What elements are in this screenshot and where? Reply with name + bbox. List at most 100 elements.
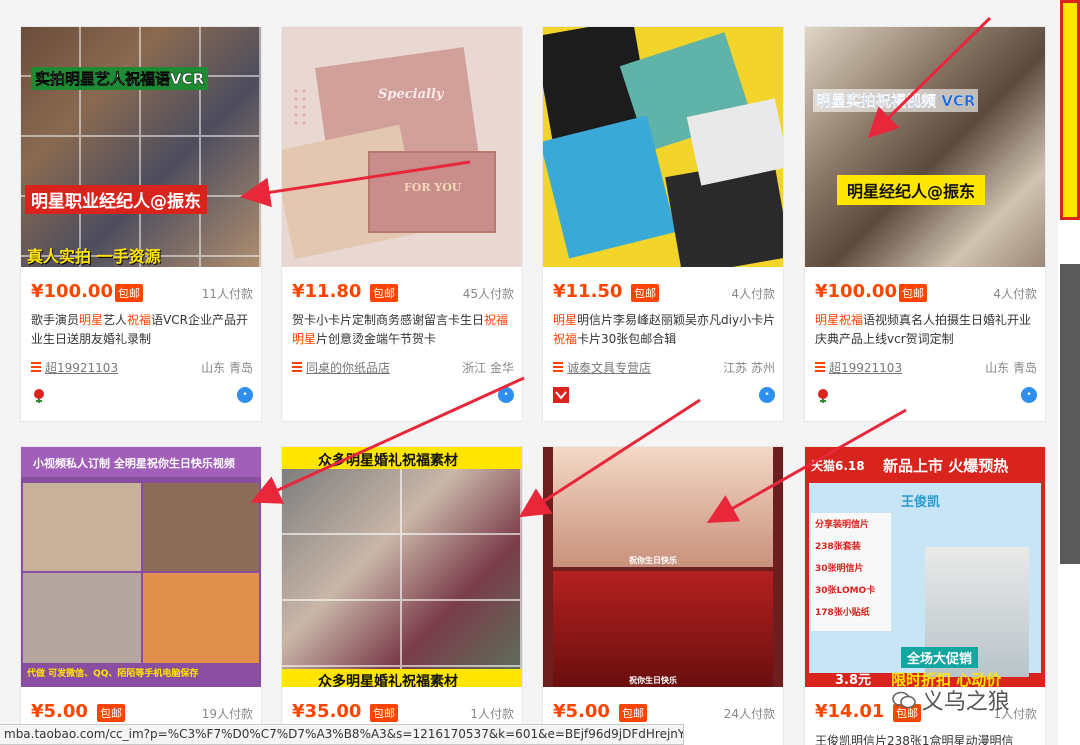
wangwang-chat-icon[interactable]: • [237, 387, 253, 403]
title-keyword: 明星 [815, 313, 840, 327]
product-title[interactable]: 歌手演员明星艺人祝福语VCR企业产品开业生日送朋友婚礼录制 [31, 311, 257, 351]
title-text: 明信片李易峰赵丽颖吴亦凡diy小卡片 [577, 313, 776, 327]
product-card[interactable]: ¥11.50 包邮 4人付款 明星明信片李易峰赵丽颖吴亦凡diy小卡片祝福卡片3… [542, 26, 784, 422]
product-title[interactable]: 贺卡小卡片定制商务感谢留言卡生日祝福明星片创意烫金端午节贺卡 [292, 311, 518, 351]
title-keyword: 祝福 [484, 313, 509, 327]
payment-count: 45人付款 [462, 287, 514, 301]
price-tag: 3.8元 [835, 673, 872, 687]
overlay-text: 众多明星婚礼祝福素材 [318, 674, 458, 687]
overlay-text: 明星实拍祝福视频 VCR [813, 89, 979, 112]
price-row: ¥100.00 包邮 11人付款 [31, 281, 253, 303]
pack-feature: 238张套装 [815, 542, 861, 552]
shop-link[interactable]: 诚泰文具专营店 [567, 359, 651, 376]
product-image[interactable]: Specially FOR YOU [282, 27, 522, 267]
watermark-text: 义乌之狼 [921, 690, 1010, 715]
badges: • [553, 387, 775, 405]
price: ¥14.01 [815, 701, 885, 722]
price: ¥100.00 [815, 281, 897, 302]
shop-row: 超19921103 山东 青岛 [31, 359, 253, 377]
product-title[interactable]: 明星祝福语视频真名人拍摄生日婚礼开业庆典产品上线vcr贺词定制 [815, 311, 1041, 351]
price-row: ¥35.00 包邮 1人付款 [292, 701, 514, 723]
pack-feature: 30张明信片 [815, 564, 864, 574]
product-image[interactable]: 实拍明星艺人祝福语VCR 明星职业经纪人@振东 真人实拍 一手资源 [21, 27, 261, 267]
title-keyword: 明星 [553, 313, 578, 327]
product-card[interactable]: 小视频私人订制 全明星祝你生日快乐视频 代做 可发微信、QQ、陌陌等手机电脑保存… [20, 446, 262, 745]
overlay-text: 王俊凯 [901, 495, 941, 510]
wangwang-chat-icon[interactable]: • [759, 387, 775, 403]
product-image[interactable]: 祝你生日快乐 祝你生日快乐 [543, 447, 783, 687]
right-edge-partial-content [1058, 0, 1080, 745]
pack-feature: 178张小贴纸 [815, 608, 870, 618]
pack-feature: 分享装明信片 [815, 520, 870, 530]
tmall-618-logo: 天猫6.18 [811, 459, 865, 473]
product-image[interactable] [543, 27, 783, 267]
price: ¥5.00 [553, 701, 610, 722]
overlay-text: 新品上市 火爆预热 [883, 457, 1009, 475]
shop-link[interactable]: 同桌的你纸品店 [306, 359, 390, 376]
free-shipping-badge: 包邮 [899, 284, 927, 302]
free-shipping-badge: 包邮 [115, 284, 143, 302]
shop-link[interactable]: 超19921103 [829, 359, 902, 376]
overlay-text: 祝你生日快乐 [629, 556, 677, 565]
tmall-icon [553, 387, 569, 407]
payment-count: 4人付款 [731, 287, 775, 301]
card-script-text: Specially [378, 87, 444, 102]
shop-row: 同桌的你纸品店 浙江 金华 [292, 359, 514, 377]
product-image[interactable]: 小视频私人订制 全明星祝你生日快乐视频 代做 可发微信、QQ、陌陌等手机电脑保存 [21, 447, 261, 687]
wangwang-chat-icon[interactable]: • [498, 387, 514, 403]
wechat-watermark: 义乌之狼 [892, 684, 1052, 715]
product-title-partial[interactable]: 王俊凯明信片238张1盒明星动漫明信 [815, 732, 1041, 745]
wechat-icon [892, 690, 916, 710]
title-keyword: 明星 [79, 313, 104, 327]
price: ¥100.00 [31, 281, 113, 302]
overlay-text: 明星经纪人@振东 [837, 175, 986, 205]
product-card[interactable]: Specially FOR YOU ¥11.80 包邮 45人付款 贺卡小卡片定… [281, 26, 523, 422]
shop-icon [292, 362, 302, 372]
payment-count: 19人付款 [201, 707, 253, 721]
location: 江苏 苏州 [723, 361, 775, 375]
product-title[interactable]: 明星明信片李易峰赵丽颖吴亦凡diy小卡片祝福卡片30张包邮合辑 [553, 311, 779, 351]
badges: • [292, 387, 514, 405]
product-image[interactable]: 众多明星婚礼祝福素材 众多明星婚礼祝福素材 [282, 447, 522, 687]
product-card[interactable]: 实拍明星艺人祝福语VCR 明星职业经纪人@振东 真人实拍 一手资源 ¥100.0… [20, 26, 262, 422]
free-shipping-badge: 包邮 [370, 704, 398, 722]
overlay-text: 实拍明星艺人祝福语VCR [31, 67, 209, 90]
price: ¥5.00 [31, 701, 88, 722]
price: ¥11.50 [553, 281, 623, 302]
overlay-text: 明星职业经纪人@振东 [25, 185, 207, 214]
free-shipping-badge: 包邮 [97, 704, 125, 722]
location: 山东 青岛 [985, 361, 1037, 375]
browser-status-bar: mba.taobao.com/cc_im?p=%C3%F7%D0%C7%D7%A… [0, 724, 684, 745]
badges: • [815, 387, 1037, 405]
product-card[interactable]: 众多明星婚礼祝福素材 众多明星婚礼祝福素材 ¥35.00 包邮 1人付款 [281, 446, 523, 745]
shop-link[interactable]: 超19921103 [45, 359, 118, 376]
product-image[interactable]: 天猫6.18 新品上市 火爆预热 王俊凯 分享装明信片 238张套装 30张明信… [805, 447, 1045, 687]
title-keyword: 祝福 [839, 313, 864, 327]
rose-icon [815, 387, 831, 407]
title-keyword: 祝福 [127, 313, 152, 327]
side-ad[interactable] [1060, 0, 1080, 220]
product-card[interactable]: 祝你生日快乐 祝你生日快乐 ¥5.00 包邮 24人付款 [542, 446, 784, 745]
product-image[interactable]: 明星实拍祝福视频 VCR 明星经纪人@振东 [805, 27, 1045, 267]
shop-icon [553, 362, 563, 372]
side-ad-image[interactable] [1060, 264, 1080, 564]
payment-count: 1人付款 [470, 707, 514, 721]
product-card[interactable]: 明星实拍祝福视频 VCR 明星经纪人@振东 ¥100.00 包邮 4人付款 明星… [804, 26, 1046, 422]
overlay-text: 祝你生日快乐 [629, 676, 677, 685]
location: 浙江 金华 [462, 361, 514, 375]
price: ¥11.80 [292, 281, 362, 302]
title-keyword: 明星 [292, 332, 317, 346]
rose-icon [31, 387, 47, 407]
product-grid: 实拍明星艺人祝福语VCR 明星职业经纪人@振东 真人实拍 一手资源 ¥100.0… [0, 0, 1080, 745]
wangwang-chat-icon[interactable]: • [1021, 387, 1037, 403]
price-row: ¥11.80 包邮 45人付款 [292, 281, 514, 303]
free-shipping-badge: 包邮 [631, 284, 659, 302]
title-text: 歌手演员 [31, 313, 80, 327]
free-shipping-badge: 包邮 [619, 704, 647, 722]
payment-count: 4人付款 [993, 287, 1037, 301]
title-text: 卡片30张包邮合辑 [577, 332, 677, 346]
price: ¥35.00 [292, 701, 362, 722]
price-row: ¥100.00 包邮 4人付款 [815, 281, 1037, 303]
overlay-text: 真人实拍 一手资源 [27, 247, 161, 266]
payment-count: 11人付款 [201, 287, 253, 301]
